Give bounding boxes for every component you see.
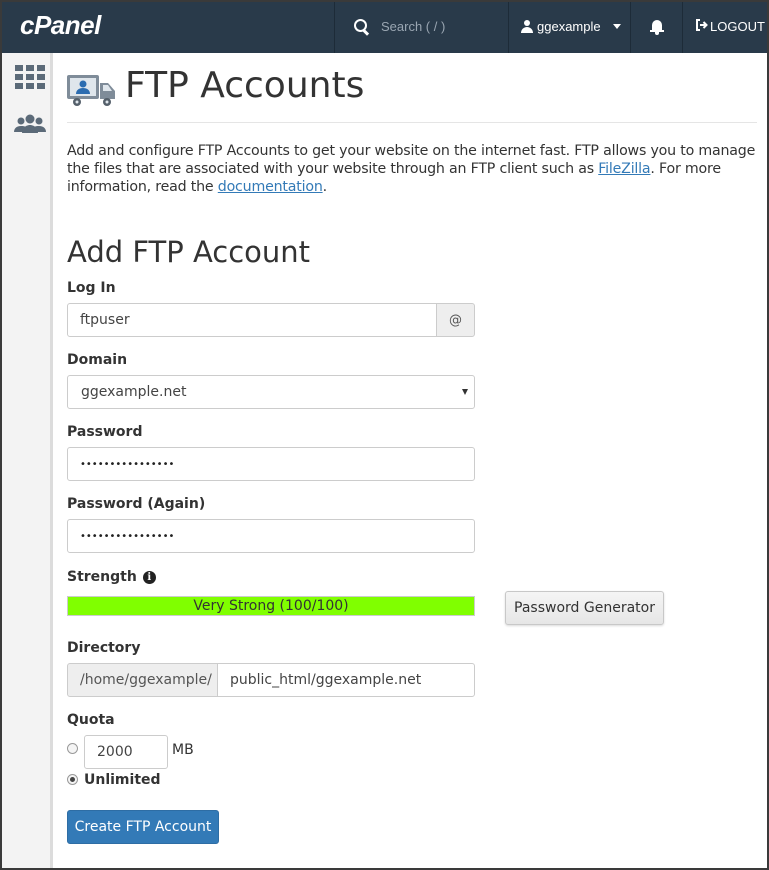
description-text: .	[322, 179, 328, 195]
quota-input-value: 2000	[97, 744, 133, 760]
users-icon[interactable]	[12, 113, 48, 137]
domain-label-text: Domain	[67, 352, 128, 368]
ftp-truck-icon	[67, 73, 117, 107]
create-ftp-account-button[interactable]: Create FTP Account	[67, 810, 219, 844]
password-strength-meter: Very Strong (100/100)	[67, 596, 475, 616]
password-input-value: ••••••••••••••••	[80, 458, 175, 470]
quota-label: Quota	[67, 712, 115, 728]
main-content: FTP Accounts Add and configure FTP Accou…	[67, 53, 757, 269]
directory-label-text: Directory	[67, 640, 141, 656]
password-again-label: Password (Again)	[67, 496, 205, 512]
strength-label-text: Strength	[67, 569, 137, 585]
grid-icon[interactable]	[15, 65, 45, 89]
info-icon[interactable]: i	[142, 571, 156, 584]
password-generator-button[interactable]: Password Generator	[505, 591, 664, 625]
password-label-text: Password	[67, 424, 143, 440]
user-menu[interactable]: ggexample	[509, 0, 631, 53]
quota-unit: MB	[172, 742, 194, 758]
directory-prefix: /home/ggexample/	[80, 672, 212, 688]
login-input[interactable]: ftpuser	[67, 303, 437, 337]
login-label-text: Log In	[67, 280, 116, 296]
logout-button[interactable]: LOGOUT	[683, 0, 769, 53]
directory-input[interactable]: public_html/ggexample.net	[217, 663, 475, 697]
domain-selected-value: ggexample.net	[81, 384, 187, 400]
top-navbar: cPanel Search ( / ) ggexample LOGOUT	[0, 0, 769, 53]
directory-input-value: public_html/ggexample.net	[230, 672, 422, 688]
login-input-value: ftpuser	[80, 312, 130, 328]
password-input[interactable]: ••••••••••••••••	[67, 447, 475, 481]
page-description: Add and configure FTP Accounts to get yo…	[67, 142, 757, 196]
page-header: FTP Accounts	[67, 53, 757, 123]
login-label: Log In	[67, 280, 116, 296]
documentation-link[interactable]: documentation	[218, 179, 323, 195]
notifications-button[interactable]	[631, 0, 683, 53]
section-title: Add FTP Account	[67, 235, 311, 269]
directory-label: Directory	[67, 640, 140, 656]
strength-meter-text: Very Strong (100/100)	[193, 598, 349, 614]
cpanel-logo[interactable]: cPanel	[20, 10, 101, 41]
user-icon	[521, 20, 533, 33]
domain-select[interactable]: ggexample.net	[67, 375, 475, 409]
sidebar	[0, 53, 53, 870]
select-arrow-icon	[462, 389, 468, 395]
at-sign: @	[449, 312, 462, 328]
search-box[interactable]: Search ( / )	[336, 0, 508, 53]
bell-icon	[650, 19, 664, 35]
search-icon	[354, 19, 369, 34]
password-generator-label: Password Generator	[514, 600, 655, 616]
create-ftp-account-label: Create FTP Account	[74, 819, 212, 835]
quota-unlimited-radio[interactable]	[67, 774, 78, 785]
strength-label: Strength i	[67, 568, 156, 586]
password-again-label-text: Password (Again)	[67, 496, 206, 512]
search-input[interactable]: Search ( / )	[381, 19, 445, 34]
username-label: ggexample	[537, 19, 601, 34]
domain-label: Domain	[67, 352, 127, 368]
page-title: FTP Accounts	[125, 65, 365, 106]
filezilla-link[interactable]: FileZilla	[598, 161, 650, 177]
quota-label-text: Quota	[67, 712, 115, 728]
password-again-input-value: ••••••••••••••••	[80, 530, 175, 542]
directory-prefix-addon: /home/ggexample/	[67, 663, 218, 697]
quota-limited-radio[interactable]	[67, 743, 78, 754]
chevron-down-icon	[612, 24, 621, 29]
password-again-input[interactable]: ••••••••••••••••	[67, 519, 475, 553]
navbar-divider	[334, 0, 335, 53]
password-label: Password	[67, 424, 142, 440]
logout-label: LOGOUT	[710, 19, 765, 34]
logout-icon	[695, 19, 708, 34]
at-sign-addon: @	[436, 303, 475, 337]
quota-input[interactable]: 2000	[84, 735, 168, 769]
quota-unlimited-label[interactable]: Unlimited	[84, 772, 161, 788]
